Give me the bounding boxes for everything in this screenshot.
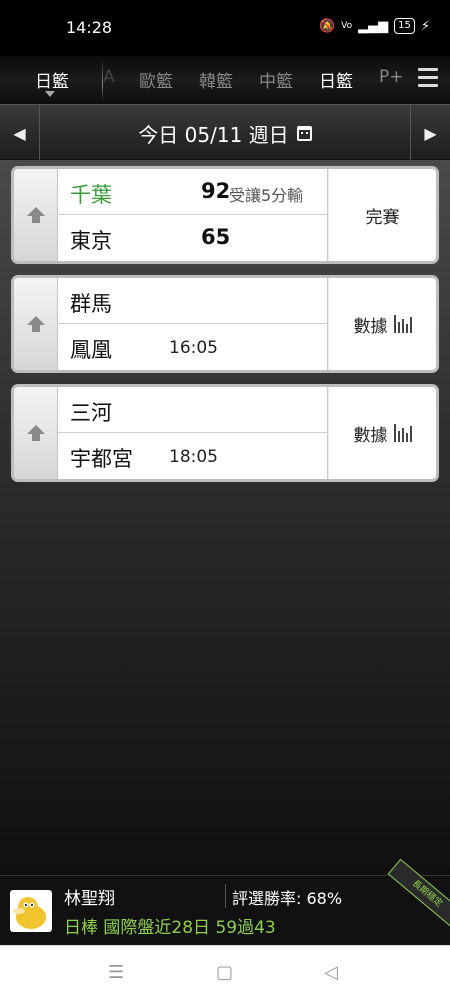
away-team-name: 鳳凰 [70, 338, 112, 362]
expert-name: 林聖翔 [64, 889, 115, 909]
home-team-row: 群馬 [58, 278, 327, 324]
home-team-name: 群馬 [70, 292, 112, 316]
stats-label: 數據 [353, 425, 388, 446]
up-arrow-icon [26, 207, 45, 223]
game-card[interactable]: 三河 宇都宮 18:05 數據 [11, 384, 439, 482]
right-arrow-icon: ▶ [424, 123, 437, 143]
away-team-row: 鳳凰 16:05 [58, 324, 327, 370]
stats-button[interactable]: 數據 [329, 387, 436, 479]
game-status[interactable]: 完賽 [329, 169, 436, 261]
battery-icon: 15 [394, 18, 415, 34]
tab-p-plus[interactable]: P+ [379, 67, 404, 87]
sport-tab-bar: 日籃 A 歐籃 韓籃 中籃 日籃 P+ [0, 56, 450, 104]
game-teams: 群馬 鳳凰 16:05 [58, 278, 328, 370]
home-team-score: 92 [201, 179, 231, 203]
tab-divider [102, 56, 103, 104]
system-nav-bar: ☰ ▢ ◁ [0, 945, 450, 1000]
away-team-name: 東京 [70, 229, 112, 253]
home-icon[interactable]: ▢ [216, 962, 233, 983]
home-team-name: 千葉 [70, 183, 112, 207]
prev-day-button[interactable]: ◀ [0, 105, 40, 161]
status-icons: 🔕 Vo ▂▄▆ 15 ⚡ [319, 18, 430, 34]
signal-icon: ▂▄▆ [358, 18, 389, 34]
expert-banner[interactable]: 林聖翔 評選勝率: 68% 日棒 國際盤近28日 59過43 長期穩定 [0, 858, 450, 945]
back-icon[interactable]: ◁ [324, 962, 338, 983]
bar-chart-icon [393, 315, 412, 333]
up-arrow-icon [26, 316, 45, 332]
handicap-result: 受讓5分輸 [229, 186, 304, 205]
home-team-row: 三河 [58, 387, 327, 433]
calendar-icon [296, 125, 312, 141]
game-status-label: 完賽 [365, 207, 400, 228]
win-rate: 評選勝率: 68% [232, 889, 343, 908]
tab-japan-basketball[interactable]: 日籃 [35, 67, 69, 92]
game-time: 16:05 [169, 338, 218, 358]
pin-button[interactable] [14, 387, 58, 479]
game-card[interactable]: 千葉 92 受讓5分輸 東京 65 完賽 [11, 166, 439, 264]
up-arrow-icon [26, 425, 45, 441]
pin-button[interactable] [14, 278, 58, 370]
home-team-name: 三河 [70, 401, 112, 425]
banner-divider [225, 884, 226, 908]
tab-caret-icon [45, 91, 55, 97]
menu-icon[interactable] [418, 68, 438, 88]
bar-chart-icon [393, 424, 412, 442]
avatar [10, 890, 52, 932]
home-team-row: 千葉 92 受讓5分輸 [58, 169, 327, 215]
left-arrow-icon: ◀ [13, 123, 26, 143]
away-team-row: 東京 65 [58, 215, 327, 261]
date-label: 今日 05/11 週日 [138, 122, 289, 147]
game-list: 千葉 92 受讓5分輸 東京 65 完賽 群馬 鳳凰 16:05 數據 三河 宇… [0, 160, 450, 875]
tab-korea-basketball[interactable]: 韓籃 [199, 67, 233, 92]
tab-japan-basketball-2[interactable]: 日籃 [319, 67, 353, 92]
game-teams: 千葉 92 受讓5分輸 東京 65 [58, 169, 328, 261]
date-bar: ◀ 今日 05/11 週日 ▶ [0, 104, 450, 161]
game-teams: 三河 宇都宮 18:05 [58, 387, 328, 479]
vo-lte-icon: Vo [341, 21, 353, 31]
status-time: 14:28 [66, 18, 113, 37]
away-team-score: 65 [201, 225, 231, 249]
mute-icon: 🔕 [318, 18, 336, 34]
expert-record: 日棒 國際盤近28日 59過43 [64, 918, 276, 938]
recent-apps-icon[interactable]: ☰ [108, 962, 124, 983]
away-team-name: 宇都宮 [70, 447, 133, 471]
tab-china-basketball[interactable]: 中籃 [259, 67, 293, 92]
pin-button[interactable] [14, 169, 58, 261]
status-bar: 14:28 🔕 Vo ▂▄▆ 15 ⚡ [0, 0, 450, 56]
next-day-button[interactable]: ▶ [410, 105, 450, 161]
game-card[interactable]: 群馬 鳳凰 16:05 數據 [11, 275, 439, 373]
stats-label: 數據 [353, 316, 388, 337]
tab-euro-basketball[interactable]: 歐籃 [139, 67, 173, 92]
game-time: 18:05 [169, 447, 218, 467]
charging-icon: ⚡ [420, 18, 430, 34]
stats-button[interactable]: 數據 [329, 278, 436, 370]
date-selector[interactable]: 今日 05/11 週日 [40, 105, 410, 161]
away-team-row: 宇都宮 18:05 [58, 433, 327, 479]
tab-partial[interactable]: A [103, 67, 115, 87]
